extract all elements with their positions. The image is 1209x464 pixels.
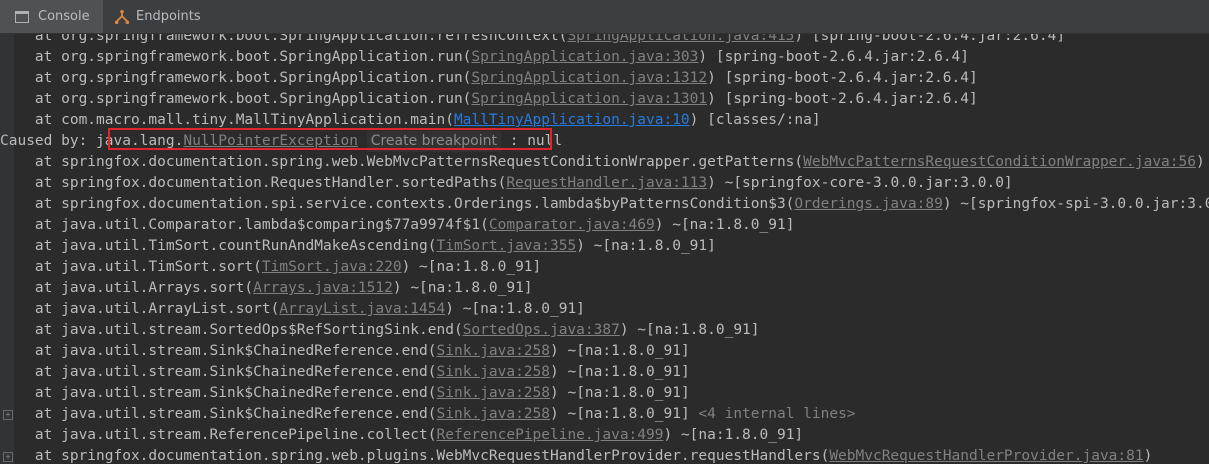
stack-frame-text: at java.util.stream.ReferencePipeline.co…: [0, 427, 437, 443]
exception-package: java.lang.: [96, 133, 184, 149]
stack-frame-suffix: ) [spring-boot-2.6.4.jar:2.6.4]: [707, 91, 978, 107]
stack-frame-text: at springfox.documentation.RequestHandle…: [0, 175, 507, 191]
stack-trace-line: at com.macro.mall.tiny.MallTinyApplicati…: [0, 110, 821, 131]
source-link[interactable]: Sink.java:258: [437, 364, 551, 380]
stack-frame-text: at springfox.documentation.spring.web.pl…: [0, 448, 830, 464]
tab-endpoints-label: Endpoints: [136, 9, 201, 24]
tool-window-tabbar: Console Endpoints: [0, 0, 1209, 34]
source-link[interactable]: Comparator.java:469: [489, 217, 655, 233]
stack-frame-suffix: ) ~[na:1.8.0_91]: [550, 385, 690, 401]
stack-frame-suffix: ) [spring-boot-2.6.4.jar:2.6.4]: [698, 49, 970, 65]
stack-frame-suffix: ) ~[na:1.8.0_91]: [550, 364, 690, 380]
stack-frame-suffix: ) ~[na:1.8.0_91]: [576, 238, 716, 254]
caused-by-line: Caused by: java.lang.NullPointerExceptio…: [0, 131, 562, 152]
stack-trace-line: at springfox.documentation.spring.web.We…: [0, 152, 1205, 173]
stack-trace-line: at org.springframework.boot.SpringApplic…: [0, 68, 978, 89]
console-icon: [14, 9, 30, 25]
source-link[interactable]: ArrayList.java:1454: [279, 301, 445, 317]
stack-frame-text: at java.util.Comparator.lambda$comparing…: [0, 217, 489, 233]
stack-frame-suffix: ) ~[na:1.8.0_91]: [392, 280, 533, 296]
stack-frame-text: at org.springframework.boot.SpringApplic…: [0, 49, 472, 65]
console-output[interactable]: at org.springframework.boot.SpringApplic…: [0, 34, 1209, 464]
stack-trace-line: at org.springframework.boot.SpringApplic…: [0, 89, 978, 110]
stack-trace-line: at java.util.stream.Sink$ChainedReferenc…: [0, 404, 856, 425]
stack-frame-suffix: ) ~[na:1.8.0_91]: [550, 406, 699, 422]
create-breakpoint-link[interactable]: Create breakpoint: [366, 131, 501, 152]
stack-frame-text: at springfox.documentation.spring.web.We…: [0, 154, 804, 170]
source-link[interactable]: Arrays.java:1512: [253, 280, 393, 296]
stack-frame-suffix: ) [classes/:na]: [689, 112, 821, 128]
source-link[interactable]: SpringApplication.java:415: [567, 34, 794, 44]
source-link[interactable]: WebMvcPatternsRequestConditionWrapper.ja…: [803, 154, 1196, 170]
tab-console[interactable]: Console: [0, 0, 103, 33]
stack-trace-line: at java.util.stream.SortedOps$RefSorting…: [0, 320, 760, 341]
stack-frame-text: at java.util.ArrayList.sort(: [0, 301, 280, 317]
stack-trace-line: at java.util.stream.Sink$ChainedReferenc…: [0, 383, 690, 404]
stack-frame-suffix: ): [1143, 448, 1153, 464]
stack-trace-line: at java.util.TimSort.countRunAndMakeAsce…: [0, 236, 716, 257]
source-link[interactable]: Sink.java:258: [437, 385, 551, 401]
stack-frame-suffix: ) [spring-boot-2.6.4.jar:2.6.4]: [794, 34, 1066, 44]
stack-frame-text: at com.macro.mall.tiny.MallTinyApplicati…: [0, 112, 454, 128]
source-link[interactable]: TimSort.java:355: [437, 238, 577, 254]
stack-frame-suffix: ) ~[na:1.8.0_91]: [445, 301, 585, 317]
stack-trace-line: at java.util.TimSort.sort(TimSort.java:2…: [0, 257, 541, 278]
stack-trace-line: at java.util.stream.Sink$ChainedReferenc…: [0, 341, 690, 362]
stack-trace-line: at java.util.Arrays.sort(Arrays.java:151…: [0, 278, 533, 299]
caused-by-prefix: Caused by:: [0, 133, 97, 149]
source-link[interactable]: SortedOps.java:387: [463, 322, 620, 338]
stack-frame-suffix: ) ~[na:1.8.0_91]: [654, 217, 795, 233]
stack-frame-suffix: ) [spring-boot-2.6.4.jar:2.6.4]: [707, 70, 978, 86]
source-link[interactable]: SpringApplication.java:1301: [471, 91, 707, 107]
stack-frame-text: at java.util.stream.Sink$ChainedReferenc…: [0, 343, 437, 359]
stack-frame-text: at java.util.stream.Sink$ChainedReferenc…: [0, 364, 437, 380]
stack-trace-line: at java.util.Comparator.lambda$comparing…: [0, 215, 795, 236]
exception-message: : null: [501, 133, 563, 149]
stack-frame-suffix: ) ~[springfox-core-3.0.0.jar:3.0.0]: [707, 175, 1013, 191]
stack-frame-suffix: ) ~[na:1.8.0_91]: [401, 259, 542, 275]
source-link[interactable]: Orderings.java:89: [794, 196, 942, 212]
source-link[interactable]: TimSort.java:220: [262, 259, 402, 275]
stack-frame-text: at java.util.stream.Sink$ChainedReferenc…: [0, 385, 437, 401]
stack-frame-text: at org.springframework.boot.SpringApplic…: [0, 91, 472, 107]
source-link[interactable]: WebMvcRequestHandlerProvider.java:81: [829, 448, 1143, 464]
stack-frame-text: at org.springframework.boot.SpringApplic…: [0, 34, 568, 44]
source-link[interactable]: SpringApplication.java:1312: [471, 70, 707, 86]
stack-trace-line: at org.springframework.boot.SpringApplic…: [0, 34, 1065, 47]
stack-frame-text: at springfox.documentation.spi.service.c…: [0, 196, 795, 212]
source-link[interactable]: Sink.java:258: [437, 343, 551, 359]
exception-link[interactable]: NullPointerException: [183, 133, 358, 149]
stack-trace-line: at java.util.stream.Sink$ChainedReferenc…: [0, 362, 690, 383]
stack-frame-text: at org.springframework.boot.SpringApplic…: [0, 70, 472, 86]
stack-frame-suffix: ) ~[na:1.8.0_91]: [619, 322, 760, 338]
stack-frame-text: at java.util.stream.Sink$ChainedReferenc…: [0, 406, 437, 422]
stack-frame-text: at java.util.TimSort.countRunAndMakeAsce…: [0, 238, 437, 254]
source-link[interactable]: Sink.java:258: [437, 406, 551, 422]
stack-trace-line: at springfox.documentation.spi.service.c…: [0, 194, 1209, 215]
stack-frame-suffix: ): [1195, 154, 1205, 170]
endpoints-icon: [114, 9, 130, 25]
stack-trace-line: at java.util.ArrayList.sort(ArrayList.ja…: [0, 299, 585, 320]
stack-frame-text: at java.util.Arrays.sort(: [0, 280, 254, 296]
stack-trace-line: at springfox.documentation.spring.web.pl…: [0, 446, 1152, 464]
source-link[interactable]: ReferencePipeline.java:499: [437, 427, 664, 443]
stack-frame-suffix: ) ~[springfox-spi-3.0.0.jar:3.0.0]: [942, 196, 1209, 212]
stack-trace-line: at java.util.stream.ReferencePipeline.co…: [0, 425, 803, 446]
tab-endpoints[interactable]: Endpoints: [108, 0, 201, 33]
stack-trace-line: at org.springframework.boot.SpringApplic…: [0, 47, 969, 68]
stack-frame-text: at java.util.TimSort.sort(: [0, 259, 262, 275]
tab-console-label: Console: [38, 9, 90, 24]
stack-trace-line: at springfox.documentation.RequestHandle…: [0, 173, 1013, 194]
stack-frame-text: at java.util.stream.SortedOps$RefSorting…: [0, 322, 463, 338]
stack-frame-suffix: ) ~[na:1.8.0_91]: [663, 427, 804, 443]
source-link[interactable]: RequestHandler.java:113: [506, 175, 707, 191]
internal-lines-toggle[interactable]: <4 internal lines>: [698, 406, 855, 422]
source-link[interactable]: MallTinyApplication.java:10: [454, 112, 690, 128]
source-link[interactable]: SpringApplication.java:303: [471, 49, 698, 65]
stack-frame-suffix: ) ~[na:1.8.0_91]: [550, 343, 690, 359]
